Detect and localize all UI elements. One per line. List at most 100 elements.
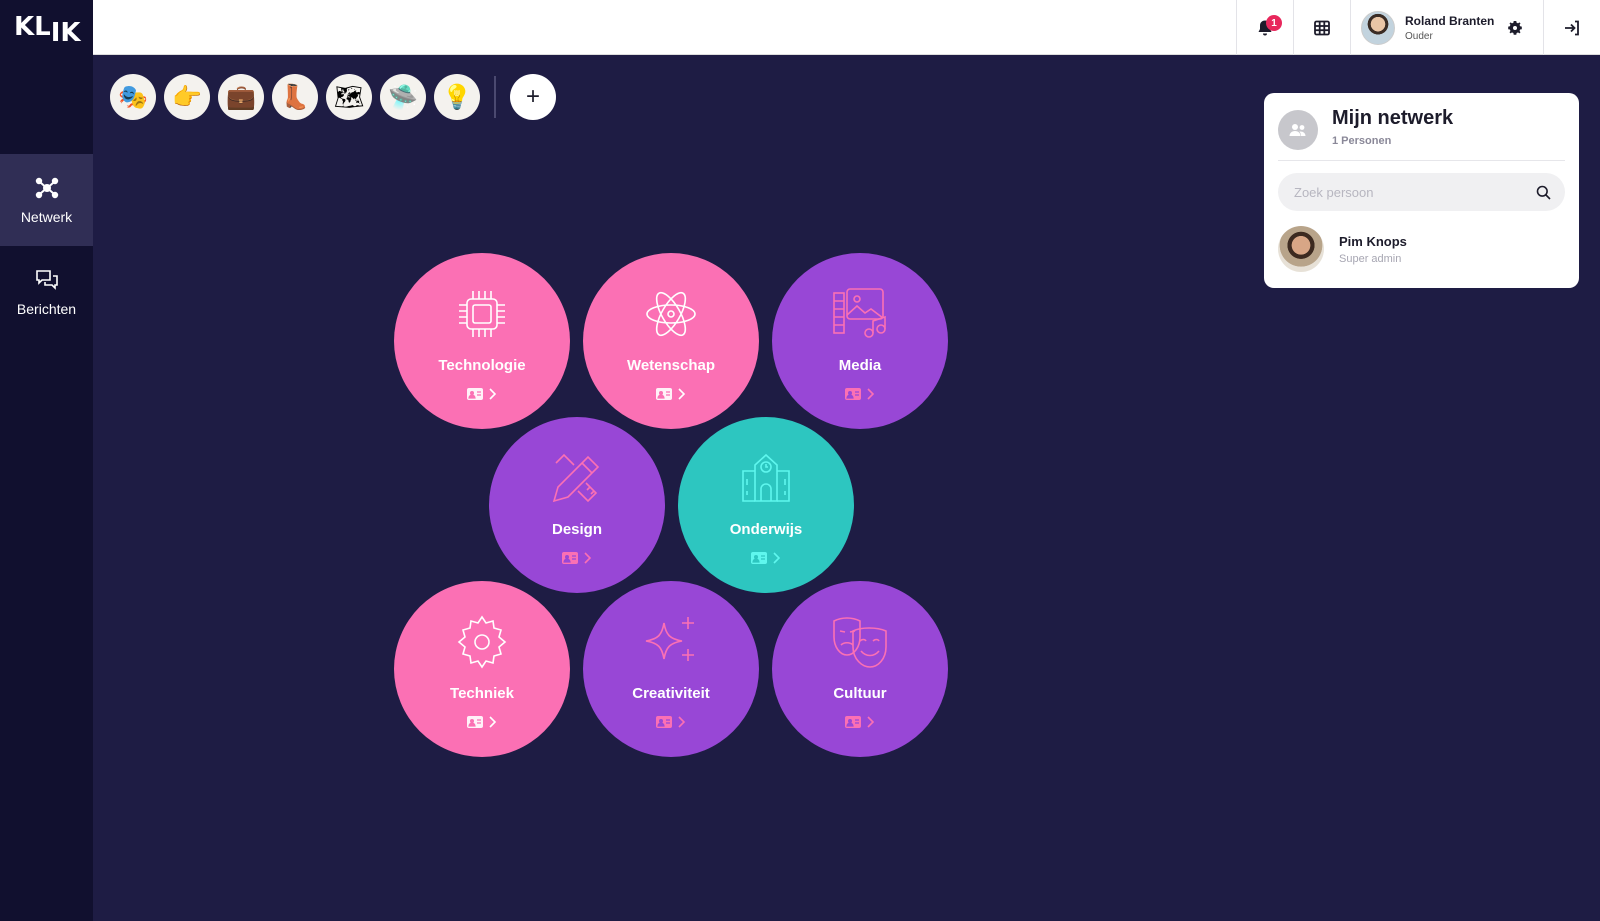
strip-item-suitcase[interactable]: 💼 [218,74,264,120]
category-technologie[interactable]: Technologie [394,253,570,429]
strip-item-drone[interactable]: 🛸 [380,74,426,120]
strip-item-boot[interactable]: 👢 [272,74,318,120]
avatar [1278,226,1324,272]
add-button[interactable]: + [510,74,556,120]
person-role: Super admin [1339,252,1402,265]
grid-view-button[interactable] [1294,0,1350,55]
school-icon [742,453,790,502]
sidebar: KLIK Netwerk Berichten [0,0,93,921]
boot-icon: 👢 [280,83,310,111]
app-logo[interactable]: KLIK [14,12,81,48]
sparkles-icon [645,617,694,661]
divider [1350,0,1351,55]
chip-icon [459,291,505,337]
category-footer [656,716,686,728]
user-name: Roland Branten [1405,13,1495,28]
notification-badge: 1 [1266,15,1282,31]
category-footer [751,552,781,564]
id-card-icon [656,716,672,728]
avatar-strip: 🎭 👉 💼 👢 🗺 🛸 💡 + [110,74,556,120]
id-card-icon [751,552,767,564]
chevron-right-icon [584,552,592,564]
chevron-right-icon [678,388,686,400]
face-icon: 🎭 [118,83,148,111]
category-label: Cultuur [833,685,887,702]
topbar: 1 Roland Branten Ouder [93,0,1600,55]
chat-icon [35,270,58,290]
category-label: Onderwijs [729,521,803,538]
category-cultuur[interactable]: Cultuur [772,581,948,757]
notifications-button[interactable]: 1 [1237,0,1293,55]
divider [1278,160,1565,161]
strip-item-map[interactable]: 🗺 [326,74,372,120]
gear-icon [457,615,507,669]
divider [494,76,496,118]
category-wetenschap[interactable]: Wetenschap [583,253,759,429]
category-techniek[interactable]: Techniek [394,581,570,757]
category-footer [467,388,497,400]
category-label: Design [551,521,602,538]
network-panel: Mijn netwerk 1 Personen Pim Knops Super … [1264,93,1579,288]
chevron-right-icon [489,716,497,728]
pencil-ruler-icon [552,453,600,503]
category-label: Technologie [438,357,526,374]
category-label: Wetenschap [626,357,716,374]
category-label: Media [838,357,882,374]
category-label: Creativiteit [632,685,710,702]
id-card-icon [467,716,483,728]
category-footer [845,716,875,728]
id-card-icon [845,716,861,728]
table-grid-icon [1314,20,1330,35]
suitcase-icon: 💼 [226,83,256,111]
pointing-hand-icon: 👉 [172,83,202,111]
panel-subtitle: 1 Personen [1332,135,1392,147]
chevron-right-icon [867,388,875,400]
category-onderwijs[interactable]: Onderwijs [678,417,854,593]
atom-icon [646,291,696,337]
chevron-right-icon [489,388,497,400]
sidebar-item-berichten[interactable]: Berichten [0,246,93,338]
logout-button[interactable] [1544,0,1600,55]
category-footer [467,716,497,728]
id-card-icon [656,388,672,400]
category-design[interactable]: Design [489,417,665,593]
logout-icon [1565,20,1579,35]
sidebar-item-label: Netwerk [20,209,73,225]
id-card-icon [467,388,483,400]
chevron-right-icon [773,552,781,564]
list-item[interactable]: Pim Knops Super admin [1278,226,1407,272]
category-footer [562,552,592,564]
id-card-icon [845,388,861,400]
person-name: Pim Knops [1339,233,1407,249]
map-icon: 🗺 [333,83,365,111]
theater-masks-icon [833,617,887,668]
id-card-icon [562,552,578,564]
strip-item-heart[interactable]: 💡 [434,74,480,120]
category-footer [845,388,875,400]
search-icon[interactable] [1536,185,1551,200]
user-role: Ouder [1405,30,1433,42]
media-icon [833,288,886,338]
chevron-right-icon [867,716,875,728]
network-icon [35,177,58,199]
settings-button[interactable] [1487,0,1543,55]
category-footer [656,388,686,400]
sidebar-item-label: Berichten [16,301,77,317]
category-creativiteit[interactable]: Creativiteit [583,581,759,757]
avatar [1361,10,1395,45]
search-input[interactable] [1278,173,1565,211]
logo-text-top: KL [14,12,51,42]
user-menu[interactable]: Roland Branten Ouder [1361,0,1494,55]
logo-text-sub: IK [50,18,81,48]
drone-icon: 🛸 [388,83,418,111]
strip-item-hand[interactable]: 👉 [164,74,210,120]
heart-bulb-icon: 💡 [442,83,472,111]
strip-item-face[interactable]: 🎭 [110,74,156,120]
gear-icon [1508,20,1522,35]
category-label: Techniek [450,685,514,702]
people-icon [1278,110,1318,150]
chevron-right-icon [678,716,686,728]
panel-title: Mijn netwerk [1332,107,1454,129]
sidebar-item-netwerk[interactable]: Netwerk [0,154,93,246]
category-media[interactable]: Media [772,253,948,429]
